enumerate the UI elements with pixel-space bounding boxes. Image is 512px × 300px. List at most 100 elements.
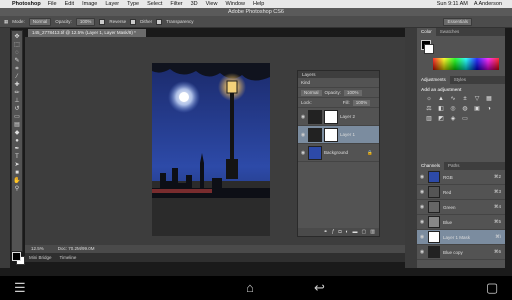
selective-color-icon[interactable]: ◈ bbox=[449, 116, 457, 122]
layer-row-layer2[interactable]: ◉ Layer 2 bbox=[298, 108, 379, 126]
opacity-field[interactable]: 100% bbox=[75, 17, 96, 26]
channel-row-layer-mask[interactable]: ◉ Layer 1 Mask ⌘\ bbox=[417, 230, 505, 245]
tab-channels[interactable]: Channels bbox=[417, 162, 445, 170]
visibility-eye-icon[interactable]: ◉ bbox=[300, 114, 306, 120]
channel-row-green[interactable]: ◉ Green ⌘4 bbox=[417, 200, 505, 215]
menu-3d[interactable]: 3D bbox=[191, 1, 198, 7]
levels-icon[interactable]: ▲ bbox=[437, 96, 445, 102]
layers-panel-title[interactable]: Layers bbox=[298, 71, 379, 78]
menu-type[interactable]: Type bbox=[127, 1, 139, 7]
color-lookup-icon[interactable]: ▣ bbox=[473, 106, 481, 112]
back-icon[interactable]: ↩ bbox=[314, 281, 325, 295]
quick-select-tool-icon[interactable]: ✎ bbox=[13, 58, 21, 65]
zoom-level[interactable]: 12.5% bbox=[31, 245, 44, 253]
photo-filter-icon[interactable]: ◎ bbox=[449, 106, 457, 112]
menu-window[interactable]: Window bbox=[225, 1, 245, 7]
brush-tool-icon[interactable]: ✏ bbox=[13, 90, 21, 97]
visibility-eye-icon[interactable]: ◉ bbox=[419, 234, 425, 240]
mini-bridge-tab[interactable]: Mini Bridge bbox=[29, 253, 52, 262]
clone-stamp-tool-icon[interactable]: ⊥ bbox=[13, 98, 21, 105]
menu-help[interactable]: Help bbox=[253, 1, 264, 7]
zoom-tool-icon[interactable]: ⚲ bbox=[13, 186, 21, 193]
visibility-eye-icon[interactable]: ◉ bbox=[300, 150, 306, 156]
user-name[interactable]: A Anderson bbox=[474, 1, 502, 7]
gradient-tool-icon[interactable]: ▤ bbox=[13, 122, 21, 129]
menu-image[interactable]: Image bbox=[82, 1, 97, 7]
foreground-color-swatch[interactable] bbox=[12, 252, 21, 261]
recent-apps-icon[interactable]: ▢ bbox=[486, 281, 498, 295]
vibrance-icon[interactable]: ▽ bbox=[473, 96, 481, 102]
link-icon[interactable]: ⚭ bbox=[323, 228, 327, 236]
visibility-eye-icon[interactable]: ◉ bbox=[419, 249, 425, 255]
color-balance-icon[interactable]: ⚖ bbox=[425, 106, 433, 112]
layer-opacity-field[interactable]: 100% bbox=[344, 89, 362, 96]
layer-row-layer1[interactable]: ◉ Layer 1 bbox=[298, 126, 379, 144]
blend-mode-select[interactable]: Normal bbox=[301, 89, 322, 96]
pen-tool-icon[interactable]: ✒ bbox=[13, 146, 21, 153]
menu-filter[interactable]: Filter bbox=[170, 1, 182, 7]
visibility-eye-icon[interactable]: ◉ bbox=[300, 132, 306, 138]
move-tool-icon[interactable]: ✥ bbox=[13, 34, 21, 41]
trash-icon[interactable]: ▥ bbox=[370, 228, 375, 236]
crop-tool-icon[interactable]: ⌗ bbox=[13, 66, 21, 73]
marquee-tool-icon[interactable]: ⬚ bbox=[13, 42, 21, 49]
bg-color-chip[interactable] bbox=[424, 44, 434, 54]
threshold-icon[interactable]: ◩ bbox=[437, 116, 445, 122]
channel-row-blue-copy[interactable]: ◉ Blue copy ⌘6 bbox=[417, 245, 505, 260]
document-canvas[interactable] bbox=[152, 63, 270, 236]
blur-tool-icon[interactable]: ◆ bbox=[13, 130, 21, 137]
channel-mixer-icon[interactable]: ◍ bbox=[461, 106, 469, 112]
shape-tool-icon[interactable]: ■ bbox=[13, 170, 21, 177]
channel-row-rgb[interactable]: ◉ RGB ⌘2 bbox=[417, 170, 505, 185]
path-select-tool-icon[interactable]: ➤ bbox=[13, 162, 21, 169]
black-white-icon[interactable]: ◧ bbox=[437, 106, 445, 112]
menu-file[interactable]: File bbox=[48, 1, 57, 7]
visibility-eye-icon[interactable]: ◉ bbox=[419, 174, 425, 180]
healing-tool-icon[interactable]: ✚ bbox=[13, 82, 21, 89]
menu-select[interactable]: Select bbox=[147, 1, 162, 7]
layer-mask-thumbnail[interactable] bbox=[324, 127, 338, 142]
fill-field[interactable]: 100% bbox=[352, 99, 371, 106]
lasso-tool-icon[interactable]: ◌ bbox=[13, 50, 21, 57]
adjustment-icon[interactable]: ◐ bbox=[346, 228, 349, 236]
visibility-eye-icon[interactable]: ◉ bbox=[419, 189, 425, 195]
menu-layer[interactable]: Layer bbox=[105, 1, 119, 7]
tab-adjustments[interactable]: Adjustments bbox=[417, 76, 450, 84]
filter-kind[interactable]: Kind bbox=[301, 80, 310, 85]
posterize-icon[interactable]: ▥ bbox=[425, 116, 433, 122]
eraser-tool-icon[interactable]: ▭ bbox=[13, 114, 21, 121]
channel-row-red[interactable]: ◉ Red ⌘3 bbox=[417, 185, 505, 200]
gradient-map-icon[interactable]: ▭ bbox=[461, 116, 469, 122]
home-icon[interactable]: ⌂ bbox=[246, 281, 254, 295]
reverse-checkbox[interactable] bbox=[99, 18, 106, 25]
menu-edit[interactable]: Edit bbox=[65, 1, 74, 7]
tool-preset-icon[interactable]: ▦ bbox=[4, 19, 8, 25]
tab-color[interactable]: Color bbox=[417, 28, 436, 36]
fx-icon[interactable]: ƒ bbox=[332, 228, 335, 236]
history-brush-tool-icon[interactable]: ↺ bbox=[13, 106, 21, 113]
menu-view[interactable]: View bbox=[206, 1, 218, 7]
add-mask-icon[interactable]: ◘ bbox=[338, 228, 341, 236]
type-tool-icon[interactable]: T bbox=[13, 154, 21, 161]
timeline-tab[interactable]: Timeline bbox=[60, 253, 77, 262]
visibility-eye-icon[interactable]: ◉ bbox=[419, 219, 425, 225]
tab-swatches[interactable]: Swatches bbox=[436, 28, 464, 36]
folder-icon[interactable]: ▬ bbox=[353, 228, 358, 236]
exposure-icon[interactable]: ± bbox=[461, 96, 469, 102]
menu-icon[interactable]: ☰ bbox=[14, 281, 26, 295]
new-layer-icon[interactable]: ▢ bbox=[362, 228, 367, 236]
curves-icon[interactable]: ∿ bbox=[449, 96, 457, 102]
tab-styles[interactable]: Styles bbox=[450, 76, 470, 84]
tab-paths[interactable]: Paths bbox=[444, 162, 464, 170]
workspace-select[interactable]: Essentials bbox=[443, 17, 472, 26]
layer-row-background[interactable]: ◉ Background 🔒 bbox=[298, 144, 379, 162]
visibility-eye-icon[interactable]: ◉ bbox=[419, 204, 425, 210]
mode-select[interactable]: Normal bbox=[28, 17, 52, 26]
document-tab[interactable]: 145_2778413.tif @ 12.5% (Layer 1, Layer … bbox=[28, 29, 146, 37]
transparency-checkbox[interactable] bbox=[156, 18, 163, 25]
hand-tool-icon[interactable]: ✋ bbox=[13, 178, 21, 185]
brightness-icon[interactable]: ☼ bbox=[425, 96, 433, 102]
layer-mask-thumbnail[interactable] bbox=[324, 109, 338, 124]
dither-checkbox[interactable] bbox=[130, 18, 137, 25]
hue-saturation-icon[interactable]: ▦ bbox=[485, 96, 493, 102]
